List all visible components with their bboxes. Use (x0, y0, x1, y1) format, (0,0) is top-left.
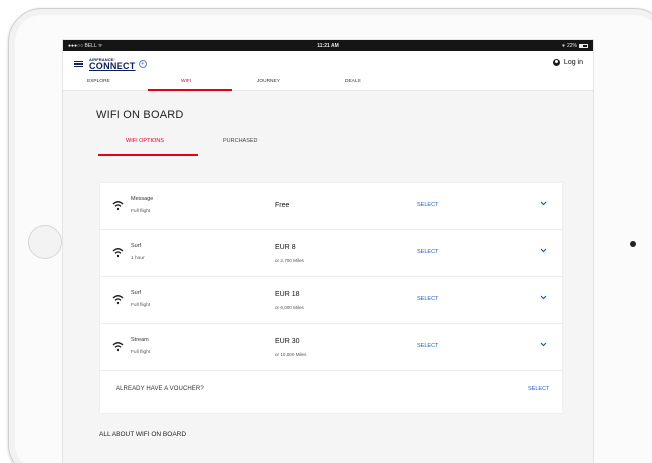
plane-icon: ✈ (138, 60, 147, 68)
menu-icon[interactable] (74, 60, 83, 68)
subtab-wifi-options[interactable]: WIFI OPTIONS (126, 138, 164, 144)
option-miles: or 2,700 Miles (275, 258, 304, 263)
option-duration: Full flight (131, 350, 151, 355)
option-price: EUR 18 (275, 291, 300, 298)
chevron-down-icon[interactable] (540, 248, 547, 253)
battery-icon (579, 43, 588, 48)
option-name: Message (131, 196, 154, 202)
active-subtab-indicator (98, 154, 198, 156)
option-name: Stream (131, 337, 149, 343)
page-title: WIFI ON BOARD (96, 109, 184, 121)
wifi-icon (112, 342, 124, 352)
main-nav: EXPLORE WIFI JOURNEY DEALS (63, 77, 593, 91)
subtab-purchased[interactable]: PURCHASED (223, 138, 258, 144)
wifi-info-heading: ALL ABOUT WIFI ON BOARD (99, 431, 187, 438)
app-header: AIRFRANCE⁄ CONNECT ✈ Log in (63, 51, 593, 77)
logo-connect-text: CONNECT (89, 60, 136, 71)
wifi-option-row[interactable]: Surf 1 hour EUR 8 or 2,700 Miles SELECT (100, 230, 562, 277)
chevron-down-icon[interactable] (540, 295, 547, 300)
option-duration: Full flight (131, 303, 151, 308)
select-button[interactable]: SELECT (417, 202, 438, 208)
tab-wifi[interactable]: WIFI (181, 79, 191, 84)
voucher-label: ALREADY HAVE A VOUCHER? (116, 386, 204, 392)
option-price: EUR 8 (275, 244, 296, 251)
wifi-icon (112, 248, 124, 258)
chevron-down-icon[interactable] (540, 342, 547, 347)
home-button[interactable] (28, 225, 62, 259)
select-button[interactable]: SELECT (417, 249, 438, 255)
status-bar: ●●●○○ BELL ᯤ 11:21 AM ∗ 22% (63, 40, 593, 51)
wifi-options-card: Message Full flight Free SELECT Surf 1 h… (100, 183, 562, 413)
voucher-select-button[interactable]: SELECT (528, 386, 549, 392)
option-price: Free (275, 202, 290, 209)
wifi-option-row[interactable]: Surf Full flight EUR 18 or 6,000 Miles S… (100, 277, 562, 324)
option-miles: or 10,000 Miles (275, 352, 307, 357)
status-time: 11:21 AM (317, 43, 339, 49)
tab-deals[interactable]: DEALS (345, 79, 361, 84)
option-name: Surf (131, 290, 142, 296)
user-icon (552, 59, 560, 66)
tab-journey[interactable]: JOURNEY (257, 79, 280, 84)
wifi-icon (112, 201, 124, 211)
option-duration: Full flight (131, 209, 151, 214)
tab-explore[interactable]: EXPLORE (87, 79, 110, 84)
wifi-option-row[interactable]: Message Full flight Free SELECT (100, 183, 562, 230)
airfrance-connect-logo[interactable]: AIRFRANCE⁄ CONNECT ✈ (89, 57, 147, 71)
login-button[interactable]: Log in (552, 59, 583, 66)
main-content: WIFI ON BOARD WIFI OPTIONS PURCHASED Mes… (63, 91, 593, 463)
select-button[interactable]: SELECT (417, 296, 438, 302)
chevron-down-icon[interactable] (540, 201, 547, 206)
login-label: Log in (563, 59, 583, 66)
app-screen: ●●●○○ BELL ᯤ 11:21 AM ∗ 22% AIRFRANCE⁄ C… (63, 40, 593, 463)
option-miles: or 6,000 Miles (275, 305, 304, 310)
option-duration: 1 hour (131, 256, 145, 261)
select-button[interactable]: SELECT (417, 343, 438, 349)
option-price: EUR 30 (275, 338, 300, 345)
wifi-icon (112, 295, 124, 305)
front-camera (630, 241, 636, 247)
option-name: Surf (131, 243, 142, 249)
wifi-option-row[interactable]: Stream Full flight EUR 30 or 10,000 Mile… (100, 324, 562, 371)
